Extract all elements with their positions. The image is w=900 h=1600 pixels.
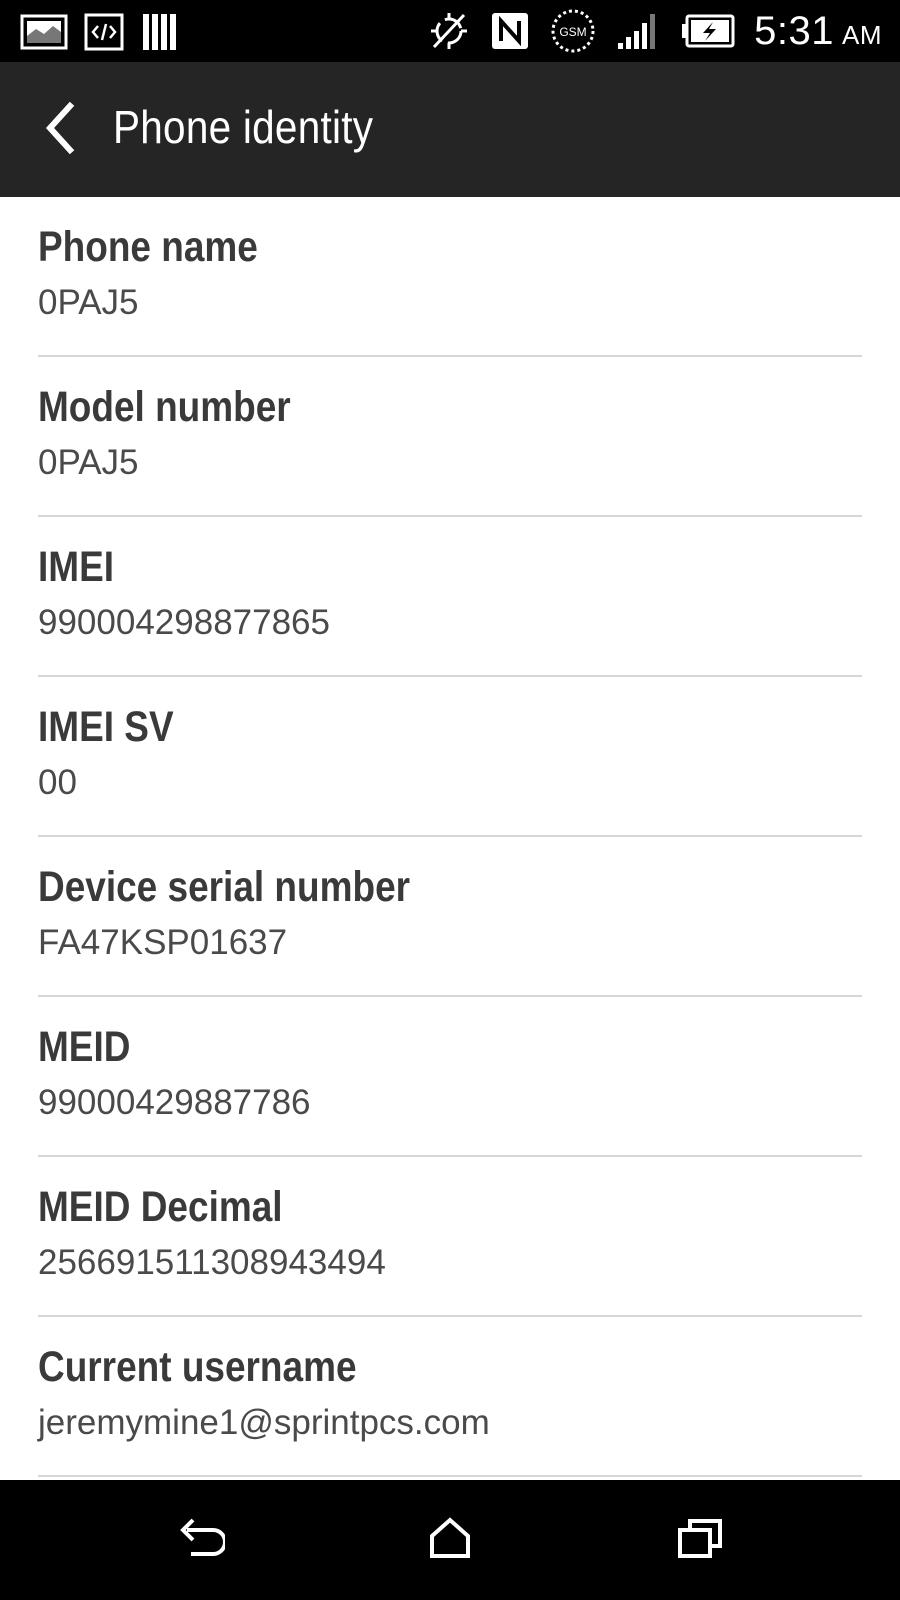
recent-apps-button[interactable] bbox=[660, 1510, 740, 1570]
list-item-label: MEID bbox=[38, 1023, 131, 1071]
gsm-label: GSM bbox=[559, 25, 586, 39]
divider bbox=[38, 1475, 862, 1477]
list-item-value: 0PAJ5 bbox=[38, 443, 139, 482]
list-item-model-number[interactable]: Model number 0PAJ5 bbox=[0, 357, 900, 517]
page-title: Phone identity bbox=[113, 101, 374, 153]
nav-back-icon bbox=[177, 1516, 227, 1565]
list-item-meid-decimal[interactable]: MEID Decimal 256691511308943494 bbox=[0, 1157, 900, 1317]
status-bar-right: GSM 5:31 AM bbox=[426, 6, 882, 56]
status-time: 5:31 AM bbox=[754, 9, 882, 54]
app-bar: Phone identity bbox=[0, 62, 900, 197]
list-item-meid[interactable]: MEID 99000429887786 bbox=[0, 997, 900, 1157]
list-item-value: 990004298877865 bbox=[38, 603, 330, 642]
status-bar: GSM 5:31 AM bbox=[0, 0, 900, 62]
list-item-label: Device serial number bbox=[38, 863, 411, 911]
chevron-left-icon bbox=[40, 100, 80, 161]
status-time-value: 5:31 bbox=[754, 8, 834, 53]
list-item-value: 0PAJ5 bbox=[38, 283, 139, 322]
home-icon bbox=[428, 1516, 472, 1565]
list-item-device-serial-number[interactable]: Device serial number FA47KSP01637 bbox=[0, 837, 900, 997]
sync-off-icon bbox=[426, 9, 472, 53]
status-time-ampm: AM bbox=[842, 19, 882, 50]
list-item-label: Phone name bbox=[38, 223, 258, 271]
developer-code-icon bbox=[84, 13, 124, 51]
status-bar-left bbox=[20, 12, 180, 52]
list-item-value: 00 bbox=[38, 763, 77, 802]
list-item-value: 256691511308943494 bbox=[38, 1243, 386, 1282]
list-item-value: FA47KSP01637 bbox=[38, 923, 288, 962]
list-item-label: IMEI bbox=[38, 543, 115, 591]
barcode-notification-icon bbox=[140, 12, 180, 52]
list-item-label: IMEI SV bbox=[38, 703, 174, 751]
recent-apps-icon bbox=[677, 1517, 723, 1564]
list-item-label: Current username bbox=[38, 1343, 357, 1391]
back-button[interactable] bbox=[32, 96, 88, 164]
list-item-value: jeremymine1@sprintpcs.com bbox=[38, 1403, 490, 1442]
signal-strength-icon bbox=[616, 11, 662, 51]
list-item-imei-sv[interactable]: IMEI SV 00 bbox=[0, 677, 900, 837]
navigation-bar bbox=[0, 1480, 900, 1600]
nfc-icon bbox=[490, 11, 530, 51]
list-item-imei[interactable]: IMEI 990004298877865 bbox=[0, 517, 900, 677]
gallery-notification-icon bbox=[20, 14, 68, 50]
list-item-label: MEID Decimal bbox=[38, 1183, 283, 1231]
home-button[interactable] bbox=[410, 1510, 490, 1570]
list-item-value: 99000429887786 bbox=[38, 1083, 311, 1122]
list-item-label: Model number bbox=[38, 383, 291, 431]
list-item-current-username[interactable]: Current username jeremymine1@sprintpcs.c… bbox=[0, 1317, 900, 1477]
identity-list: Phone name 0PAJ5 Model number 0PAJ5 IMEI… bbox=[0, 197, 900, 1477]
battery-charging-icon bbox=[680, 14, 736, 48]
gsm-icon: GSM bbox=[548, 6, 598, 56]
list-item-phone-name[interactable]: Phone name 0PAJ5 bbox=[0, 197, 900, 357]
nav-back-button[interactable] bbox=[161, 1510, 241, 1570]
